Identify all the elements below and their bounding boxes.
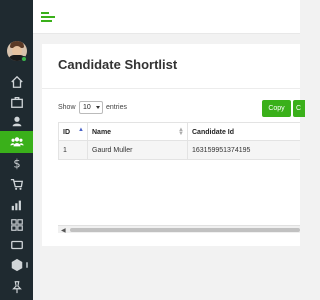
scroll-left-icon[interactable]: ◀ — [61, 227, 66, 234]
pin-icon — [11, 281, 22, 294]
sidebar-item-apps[interactable] — [0, 214, 33, 236]
svg-text:$: $ — [13, 156, 20, 170]
scrollbar-thumb[interactable] — [70, 228, 300, 232]
hexagon-icon — [11, 258, 22, 272]
cart-icon — [10, 178, 23, 190]
sidebar-item-user[interactable] — [0, 110, 33, 132]
sort-icon: ▲ ▼ — [178, 127, 184, 137]
page-title: Candidate Shortlist — [58, 57, 178, 72]
top-bar — [33, 0, 300, 34]
horizontal-scrollbar[interactable]: ◀ — [58, 225, 300, 234]
cell-candidate-id: 163159951374195 — [187, 141, 300, 160]
export-button-partial[interactable]: C — [293, 100, 305, 117]
copy-button[interactable]: Copy — [262, 100, 291, 117]
column-header-candidate-id[interactable]: Candidate Id — [187, 123, 300, 142]
table-row[interactable]: 1 Gaurd Muller 163159951374195 — [58, 141, 300, 160]
column-header-name[interactable]: Name ▲ ▼ — [87, 123, 187, 142]
table-header: ID ▲ Name ▲ ▼ Candidate Id — [58, 122, 300, 142]
briefcase-icon — [10, 96, 23, 108]
sort-asc-icon: ▲ — [78, 127, 84, 133]
sidebar-item-candidates[interactable] — [0, 131, 33, 153]
sidebar-item-reports[interactable] — [0, 194, 33, 216]
candidate-shortlist-card: Candidate Shortlist Show 10 entries Copy… — [42, 44, 305, 246]
divider — [42, 88, 300, 89]
sidebar-item-payments[interactable]: $ — [0, 152, 33, 174]
cell-name: Gaurd Muller — [87, 141, 187, 160]
user-icon — [12, 116, 21, 127]
grid-icon — [10, 219, 23, 231]
more-dots-icon — [26, 262, 28, 268]
sidebar-item-display[interactable] — [0, 234, 33, 256]
dollar-icon: $ — [13, 156, 20, 170]
bar-chart-icon — [11, 200, 21, 211]
chevron-down-icon — [96, 106, 100, 109]
sidebar-item-home[interactable] — [0, 71, 33, 93]
show-label: Show — [58, 104, 76, 111]
sidebar-item-cart[interactable] — [0, 173, 33, 195]
column-header-id[interactable]: ID ▲ — [58, 123, 87, 142]
entries-per-page-select[interactable]: 10 — [79, 101, 103, 114]
entries-label: entries — [106, 104, 128, 111]
hamburger-menu-icon[interactable] — [41, 10, 57, 24]
users-icon — [9, 137, 24, 147]
sidebar-item-modules[interactable] — [0, 254, 33, 276]
candidates-table: ID ▲ Name ▲ ▼ Candidate Id 1 Gaurd Muller… — [58, 122, 300, 160]
home-icon — [10, 75, 23, 88]
entries-select-value: 10 — [83, 104, 91, 111]
sidebar: $ — [0, 0, 33, 300]
cell-id: 1 — [58, 141, 87, 160]
sidebar-item-pin[interactable] — [0, 276, 33, 298]
online-status-dot — [21, 56, 27, 62]
monitor-icon — [10, 240, 23, 250]
